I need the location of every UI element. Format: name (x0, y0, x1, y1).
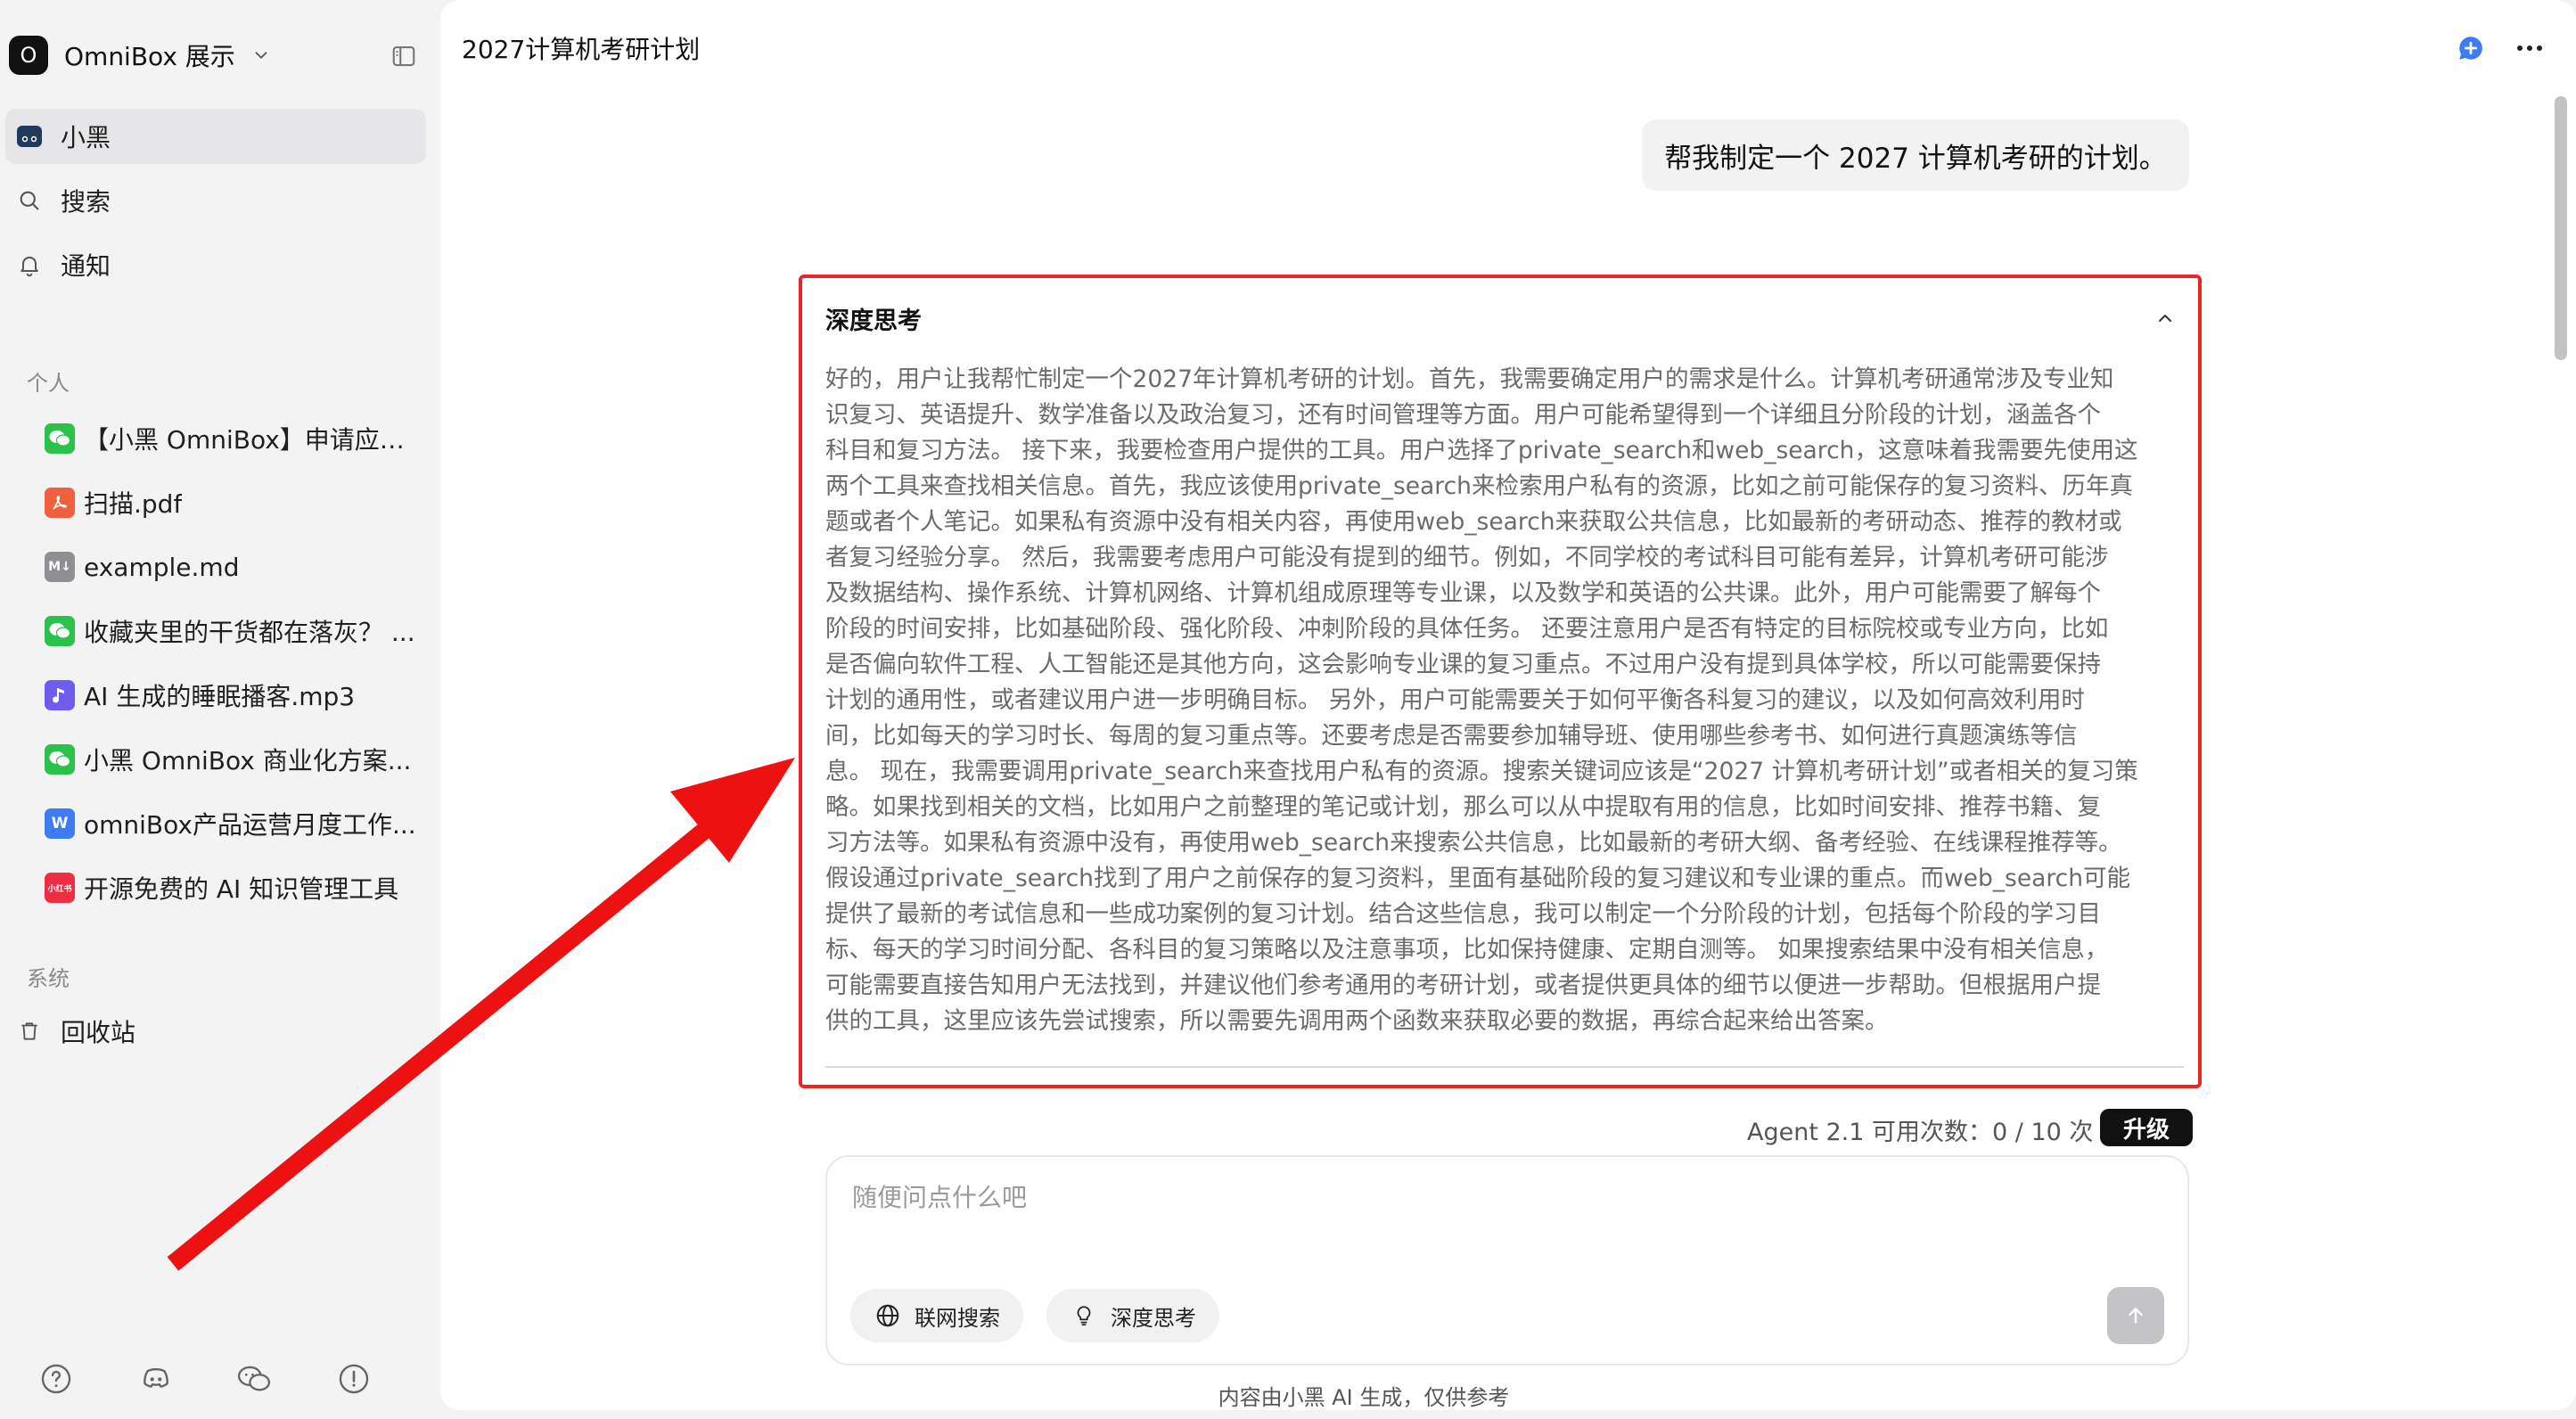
workspace-name: OmniBox 展示 (64, 42, 235, 71)
thinking-line: 提供了最新的考试信息和一些成功案例的复习计划。结合这些信息，我可以制定一个分阶段… (825, 900, 2101, 928)
doc-item[interactable]: 【小黑 OmniBox】申请应聘... (45, 417, 419, 460)
section-title-personal: 个人 (27, 371, 70, 396)
deep-think-label: 深度思考 (1111, 1305, 1196, 1331)
chat-panel: 2027计算机考研计划 帮我制定一个 2027 计算机考研的计划。 深度思考 好… (440, 0, 2576, 1410)
section-title-system: 系统 (27, 966, 70, 991)
deep-thinking-panel: 深度思考 好的，用户让我帮忙制定一个2027年计算机考研的计划。首先，我需要确定… (799, 275, 2202, 1088)
chevron-up-icon[interactable] (2150, 303, 2180, 333)
nav-item-trash[interactable]: 回收站 (5, 1004, 426, 1059)
workspace-logo: O (9, 36, 48, 75)
web-search-label: 联网搜索 (915, 1305, 1000, 1331)
thinking-line: 标、每天的学习时间分配、各科目的复习策略以及注意事项，比如保持健康、定期自测等。… (825, 936, 2109, 964)
nav-label: 通知 (61, 251, 111, 281)
ai-disclaimer: 内容由小黑 AI 生成，仅供参考 (1218, 1385, 1510, 1410)
thinking-line: 者复习经验分享。 然后，我需要考虑用户可能没有提到的细节。例如，不同学校的考试科… (825, 544, 2109, 571)
wechat-icon[interactable] (235, 1360, 273, 1398)
thinking-title: 深度思考 (825, 308, 922, 335)
thinking-line: 好的，用户让我帮忙制定一个2027年计算机考研的计划。首先，我需要确定用户的需求… (825, 365, 2114, 393)
toggle-sidebar-icon[interactable] (387, 39, 421, 73)
thinking-line: 习方法等。如果私有资源中没有，再使用web_search来搜索公共信息，比如最新… (825, 829, 2122, 857)
thinking-line: 息。 现在，我需要调用private_search来查找用户私有的资源。搜索关键… (825, 758, 2138, 785)
thinking-line: 识复习、英语提升、数学准备以及政治复习，还有时间管理等方面。用户可能希望得到一个… (825, 401, 2101, 429)
page-title: 2027计算机考研计划 (462, 35, 701, 64)
markdown-icon: M↓ (45, 552, 75, 582)
thinking-line: 及数据结构、操作系统、计算机网络、计算机组成原理等专业课，以及数学和英语的公共课… (825, 579, 2101, 607)
message-composer: 联网搜索 深度思考 (825, 1155, 2189, 1366)
nav-label: 小黑 (61, 123, 111, 152)
workspace-switcher[interactable]: O OmniBox 展示 (9, 36, 275, 75)
chat-input[interactable] (850, 1177, 2164, 1243)
doc-item[interactable]: W omniBox产品运营月度工作... (45, 802, 419, 845)
deep-think-toggle[interactable]: 深度思考 (1046, 1289, 1219, 1342)
divider (825, 1066, 2184, 1068)
thinking-line: 两个工具来查找相关信息。首先，我应该使用private_search来检索用户私… (825, 472, 2133, 500)
globe-icon (874, 1301, 902, 1330)
thinking-line: 可能需要直接告知用户无法找到，并建议他们参考通用的考研计划，或者提供更具体的细节… (825, 972, 2101, 999)
more-options-icon[interactable] (2512, 30, 2547, 66)
help-icon[interactable] (37, 1360, 75, 1398)
thinking-content: 好的，用户让我帮忙制定一个2027年计算机考研的计划。首先，我需要确定用户的需求… (825, 362, 2195, 1039)
arrow-up-icon (2129, 1308, 2143, 1324)
doc-label: example.md (84, 552, 240, 582)
user-message: 帮我制定一个 2027 计算机考研的计划。 (1642, 119, 2189, 191)
chevron-down-icon (248, 42, 275, 69)
thinking-line: 题或者个人笔记。如果私有资源中没有相关内容，再使用web_search来获取公共… (825, 508, 2122, 536)
thinking-line: 假设通过private_search找到了用户之前保存的复习资料，里面有基础阶段… (825, 865, 2131, 892)
thinking-line: 供的工具，这里应该先尝试搜索，所以需要先调用两个函数来获取必要的数据，再综合起来… (825, 1007, 1889, 1035)
doc-item[interactable]: AI 生成的睡眠播客.mp3 (45, 674, 419, 717)
thinking-line: 间，比如每天的学习时长、每周的复习重点等。还要考虑是否需要参加辅导班、使用哪些参… (825, 722, 2078, 750)
wechat-icon (45, 423, 75, 454)
doc-label: 扫描.pdf (84, 489, 183, 519)
scrollbar[interactable] (2555, 96, 2567, 360)
trash-icon (12, 1014, 46, 1048)
wechat-icon (45, 744, 75, 775)
doc-item[interactable]: 扫描.pdf (45, 481, 419, 524)
doc-item[interactable]: 收藏夹里的干货都在落灰？ ... (45, 610, 419, 652)
doc-item[interactable]: 小红书 开源免费的 AI 知识管理工具 (45, 866, 419, 909)
usage-quota: Agent 2.1 可用次数：0 / 10 次 (1747, 1119, 2094, 1146)
lightbulb-icon (1070, 1301, 1098, 1330)
doc-item[interactable]: M↓ example.md (45, 545, 419, 588)
xiaohongshu-icon: 小红书 (45, 873, 75, 903)
wechat-icon (45, 616, 75, 646)
doc-label: 小黑 OmniBox 商业化方案... (84, 746, 412, 775)
new-chat-icon[interactable] (2453, 30, 2489, 66)
thinking-line: 阶段的时间安排，比如基础阶段、强化阶段、冲刺阶段的具体任务。 还要注意用户是否有… (825, 615, 2109, 643)
upgrade-button[interactable]: 升级 (2100, 1109, 2193, 1146)
word-icon: W (45, 808, 75, 839)
nav-item-xiaohei[interactable]: 小黑 (5, 109, 426, 164)
thinking-line: 计划的通用性，或者建议用户进一步明确目标。 另外，用户可能需要关于如何平衡各科复… (825, 686, 2085, 714)
nav-label: 搜索 (61, 187, 111, 217)
doc-label: omniBox产品运营月度工作... (84, 810, 416, 840)
sidebar: O OmniBox 展示 小黑 搜索 通知 个人 【小黑 OmniBox】申请应… (0, 0, 440, 1419)
bell-icon (12, 248, 46, 282)
audio-icon (45, 680, 75, 710)
thinking-line: 是否偏向软件工程、人工智能还是其他方向，这会影响专业课的复习重点。不过用户没有提… (825, 651, 2101, 678)
thinking-line: 科目和复习方法。 接下来，我要检查用户提供的工具。用户选择了private_se… (825, 437, 2138, 464)
nav-label: 回收站 (61, 1018, 136, 1047)
doc-label: AI 生成的睡眠播客.mp3 (84, 682, 356, 711)
cat-avatar-icon (12, 119, 46, 153)
web-search-toggle[interactable]: 联网搜索 (850, 1289, 1023, 1342)
discord-icon[interactable] (137, 1360, 175, 1398)
nav-item-notifications[interactable]: 通知 (5, 237, 426, 292)
doc-label: 【小黑 OmniBox】申请应聘... (84, 425, 419, 455)
feedback-icon[interactable] (335, 1360, 373, 1398)
search-icon (12, 184, 46, 217)
send-button[interactable] (2107, 1287, 2164, 1344)
pdf-icon (45, 488, 75, 518)
doc-label: 收藏夹里的干货都在落灰？ ... (84, 618, 415, 647)
doc-item[interactable]: 小黑 OmniBox 商业化方案... (45, 738, 419, 781)
nav-item-search[interactable]: 搜索 (5, 173, 426, 228)
thinking-line: 略。如果找到相关的文档，比如用户之前整理的笔记或计划，那么可以从中提取有用的信息… (825, 793, 2101, 821)
doc-label: 开源免费的 AI 知识管理工具 (84, 874, 399, 904)
